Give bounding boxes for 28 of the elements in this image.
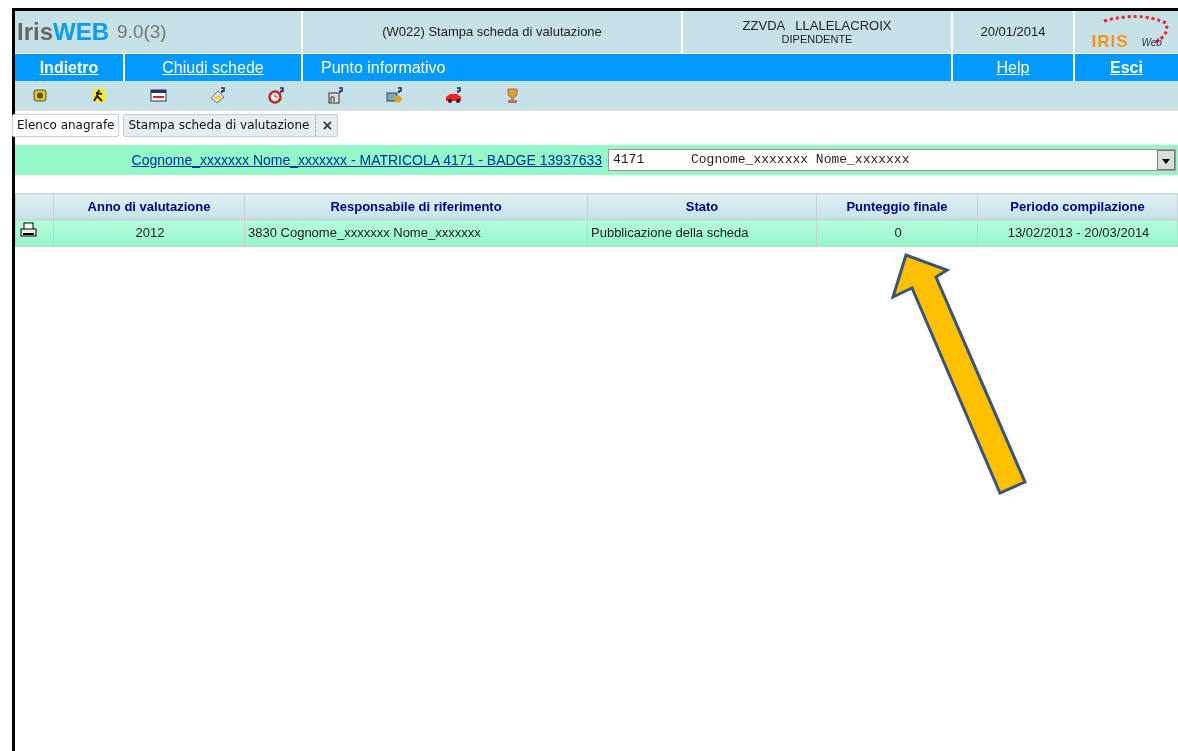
employee-select[interactable]: 4171 Cognome_xxxxxxx Nome_xxxxxxx (608, 149, 1176, 171)
user-name: ZZVDA LLALELACROIX (742, 18, 892, 34)
note-icon[interactable] (208, 85, 227, 105)
table-cell: 13/02/2013 - 20/03/2014 (977, 219, 1178, 247)
table-cell: 3830 Cognome_xxxxxxx Nome_xxxxxxx (244, 219, 588, 247)
money-icon[interactable] (385, 85, 404, 105)
logo: IRIS Web (1083, 13, 1170, 51)
employee-link[interactable]: Cognome_xxxxxxx Nome_xxxxxxx - MATRICOLA 4171 - BADGE 13937633 (131, 149, 602, 171)
date-label: 20/01/2014 (980, 23, 1046, 42)
table-cell: Pubblicazione della scheda (587, 219, 817, 247)
column-header: Stato (587, 193, 817, 220)
page-title: (W022) Stampa scheda di valutazione (382, 23, 602, 42)
printer-icon[interactable] (20, 222, 37, 239)
table-cell: 0 (816, 219, 978, 247)
column-header: Anno di valutazione (53, 193, 245, 220)
column-header: Punteggio finale (816, 193, 978, 220)
table-cell: 2012 (53, 219, 245, 247)
tab[interactable]: Stampa scheda di valutazione × (123, 113, 339, 137)
tab[interactable]: Elenco anagrafe (12, 113, 120, 137)
clock-icon[interactable] (267, 85, 286, 105)
caret-icon[interactable] (1157, 150, 1175, 170)
building-icon[interactable] (326, 85, 345, 105)
column-header: Responsabile di riferimento (244, 193, 588, 220)
app-name: IrisWEB (17, 17, 110, 47)
user-role: DIPENDENTE (781, 33, 853, 46)
column-header: Periodo compilazione (977, 193, 1178, 220)
car-icon[interactable] (444, 85, 463, 105)
version-label: 9.0(3) (117, 19, 167, 44)
